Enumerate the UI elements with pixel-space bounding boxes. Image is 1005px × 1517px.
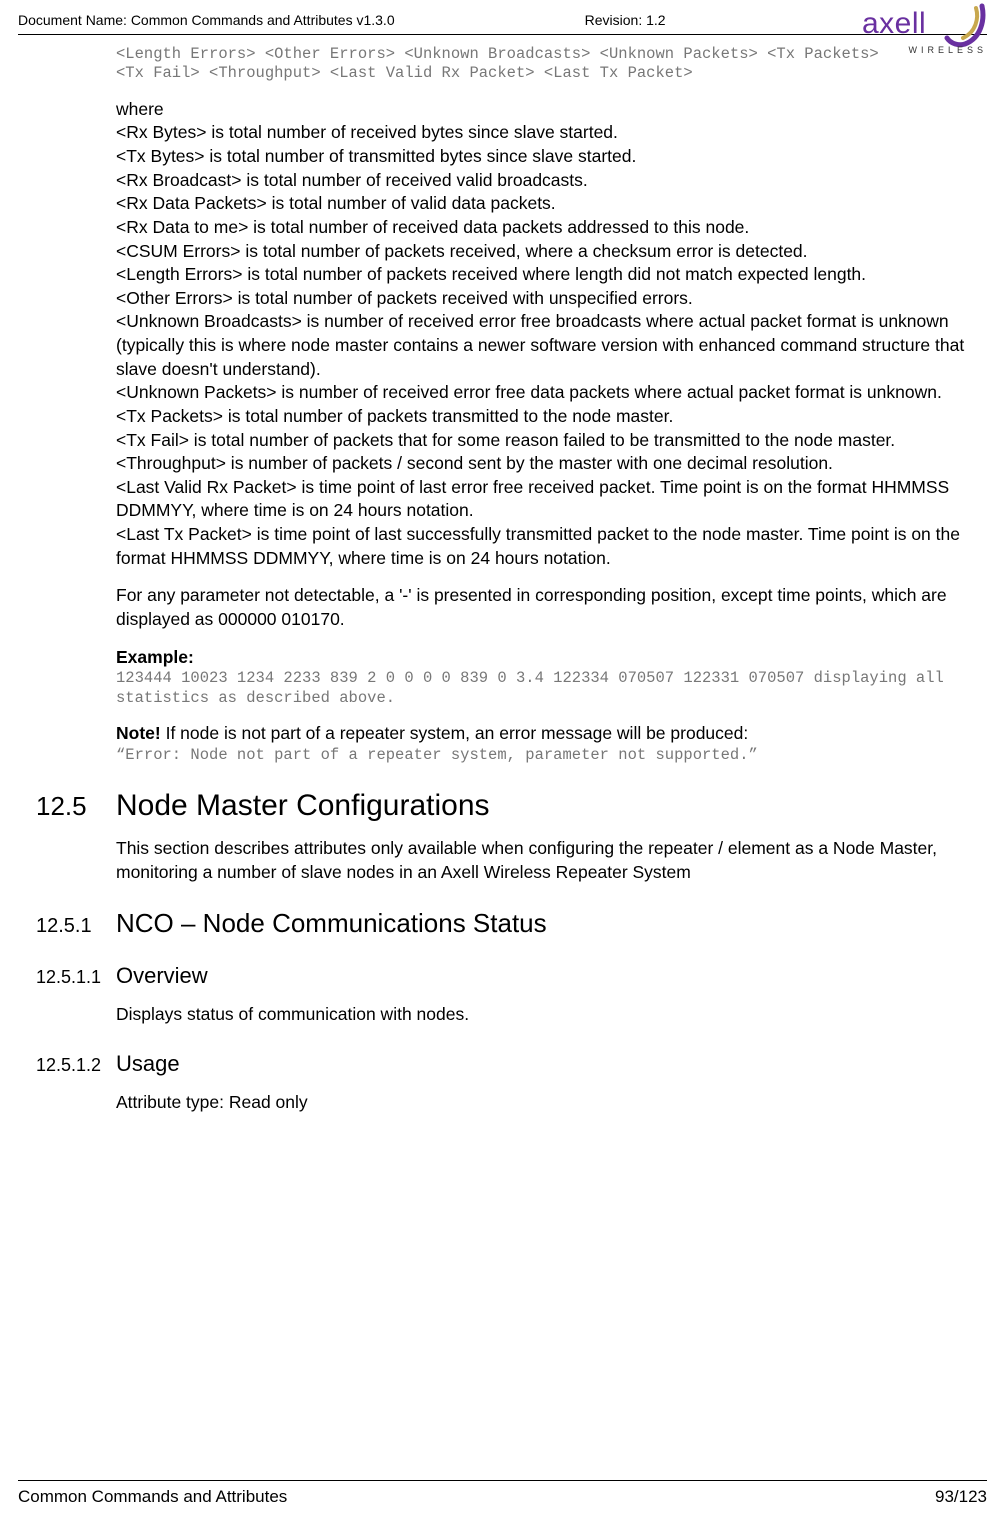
logo-swirl-icon bbox=[941, 2, 987, 48]
section-12-5-1-2: 12.5.1.2 Usage bbox=[18, 1051, 987, 1077]
note-label: Note! bbox=[116, 723, 161, 743]
footer-row: Common Commands and Attributes 93/123 bbox=[18, 1487, 987, 1507]
footer-rule bbox=[18, 1480, 987, 1481]
section-number: 12.5.1 bbox=[18, 915, 116, 938]
logo-text: axell bbox=[862, 7, 926, 40]
note-code: “Error: Node not part of a repeater syst… bbox=[116, 746, 975, 765]
section-title: Overview bbox=[116, 963, 208, 989]
code-placeholders-line1: <Length Errors> <Other Errors> <Unknown … bbox=[116, 45, 975, 64]
def-rx-broadcast: <Rx Broadcast> is total number of receiv… bbox=[116, 169, 975, 193]
section-number: 12.5 bbox=[18, 791, 116, 822]
def-rx-data-packets: <Rx Data Packets> is total number of val… bbox=[116, 192, 975, 216]
def-rx-data-to-me: <Rx Data to me> is total number of recei… bbox=[116, 216, 975, 240]
example-code: 123444 10023 1234 2233 839 2 0 0 0 0 839… bbox=[116, 669, 975, 708]
section-12-5-1-2-body: Attribute type: Read only bbox=[116, 1091, 975, 1115]
section-12-5-body: This section describes attributes only a… bbox=[116, 837, 975, 884]
footer-page-number: 93/123 bbox=[935, 1487, 987, 1507]
def-rx-bytes: <Rx Bytes> is total number of received b… bbox=[116, 121, 975, 145]
def-tx-bytes: <Tx Bytes> is total number of transmitte… bbox=[116, 145, 975, 169]
where-label: where bbox=[116, 98, 975, 122]
section-title: NCO – Node Communications Status bbox=[116, 908, 547, 939]
def-last-valid-rx: <Last Valid Rx Packet> is time point of … bbox=[116, 476, 975, 523]
def-tx-packets: <Tx Packets> is total number of packets … bbox=[116, 405, 975, 429]
def-length-errors: <Length Errors> is total number of packe… bbox=[116, 263, 975, 287]
page-container: Document Name: Common Commands and Attri… bbox=[0, 0, 1005, 1517]
def-other-errors: <Other Errors> is total number of packet… bbox=[116, 287, 975, 311]
not-detectable-note: For any parameter not detectable, a '-' … bbox=[116, 584, 975, 631]
section-title: Node Master Configurations bbox=[116, 789, 490, 823]
section-12-5-1-1-body: Displays status of communication with no… bbox=[116, 1003, 975, 1027]
revision-label: Revision: 1.2 bbox=[585, 12, 666, 28]
def-unknown-packets: <Unknown Packets> is number of received … bbox=[116, 381, 975, 405]
def-last-tx: <Last Tx Packet> is time point of last s… bbox=[116, 523, 975, 570]
document-name: Document Name: Common Commands and Attri… bbox=[18, 12, 395, 28]
footer: Common Commands and Attributes 93/123 bbox=[0, 1480, 1005, 1507]
content-area: <Length Errors> <Other Errors> <Unknown … bbox=[116, 45, 975, 765]
header-row: Document Name: Common Commands and Attri… bbox=[18, 12, 987, 32]
section-number: 12.5.1.2 bbox=[18, 1055, 116, 1076]
note-text: If node is not part of a repeater system… bbox=[161, 723, 749, 743]
logo: axell WIRELESS bbox=[862, 2, 987, 55]
code-placeholders-line2: <Tx Fail> <Throughput> <Last Valid Rx Pa… bbox=[116, 64, 975, 83]
section-number: 12.5.1.1 bbox=[18, 967, 116, 988]
header-rule bbox=[18, 34, 987, 35]
section-12-5-1: 12.5.1 NCO – Node Communications Status bbox=[18, 908, 987, 939]
def-throughput: <Throughput> is number of packets / seco… bbox=[116, 452, 975, 476]
section-12-5-1-1: 12.5.1.1 Overview bbox=[18, 963, 987, 989]
def-unknown-broadcasts: <Unknown Broadcasts> is number of receiv… bbox=[116, 310, 975, 381]
def-tx-fail: <Tx Fail> is total number of packets tha… bbox=[116, 429, 975, 453]
logo-subtext: WIRELESS bbox=[862, 46, 987, 55]
note-line: Note! If node is not part of a repeater … bbox=[116, 722, 975, 746]
def-csum-errors: <CSUM Errors> is total number of packets… bbox=[116, 240, 975, 264]
section-12-5: 12.5 Node Master Configurations bbox=[18, 789, 987, 823]
footer-left: Common Commands and Attributes bbox=[18, 1487, 287, 1507]
example-label: Example: bbox=[116, 646, 975, 670]
section-title: Usage bbox=[116, 1051, 180, 1077]
